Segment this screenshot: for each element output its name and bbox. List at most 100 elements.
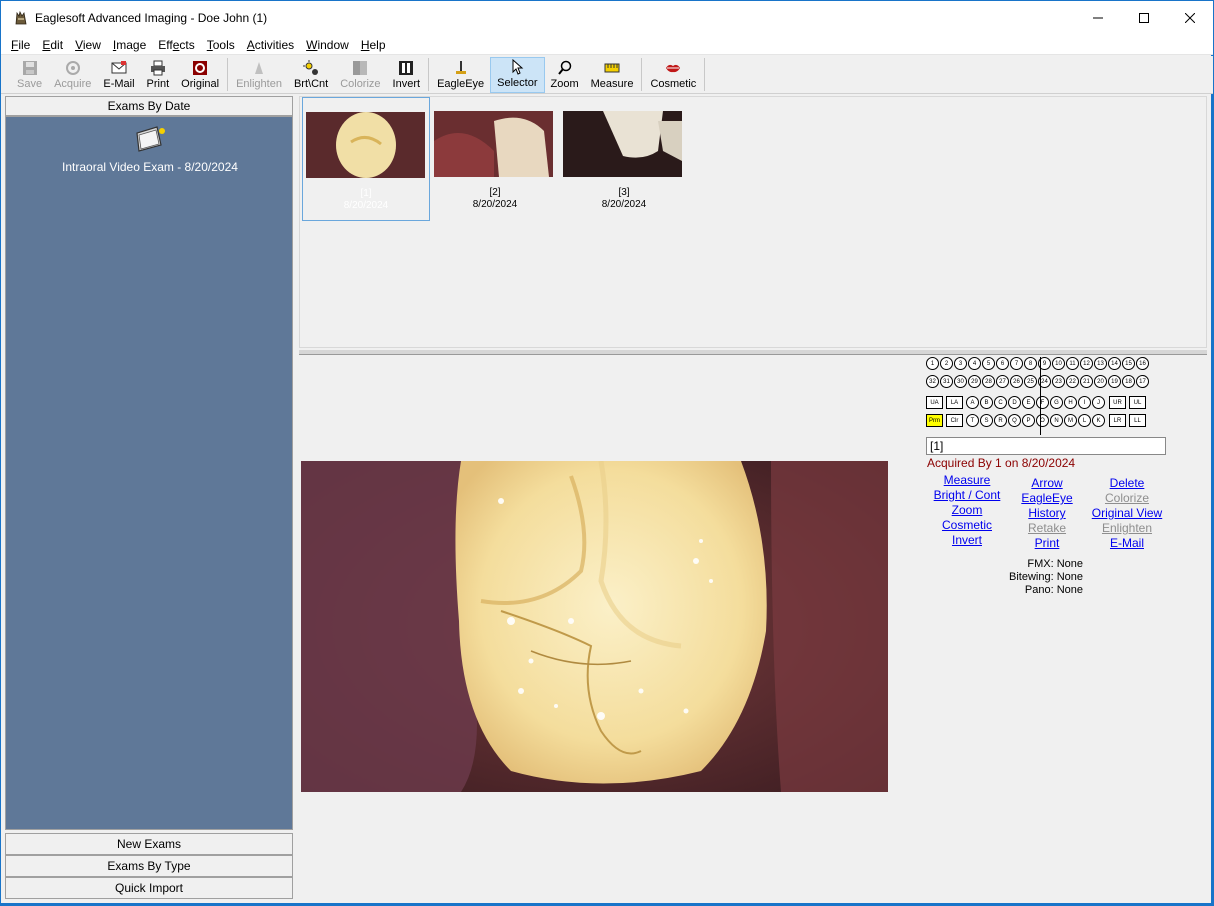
arrow-link[interactable]: Arrow — [1031, 476, 1062, 490]
close-button[interactable] — [1167, 1, 1213, 35]
thumbnail-2[interactable]: [2] 8/20/2024 — [431, 97, 559, 221]
measure-link[interactable]: Measure — [944, 473, 991, 487]
tooth-C[interactable]: C — [994, 396, 1007, 409]
enlighten-button[interactable]: Enlighten — [230, 57, 288, 93]
tooth-11[interactable]: 11 — [1066, 357, 1079, 370]
tooth-3[interactable]: 3 — [954, 357, 967, 370]
tooth-21[interactable]: 21 — [1080, 375, 1093, 388]
tooth-6[interactable]: 6 — [996, 357, 1009, 370]
print-link[interactable]: Print — [1035, 536, 1060, 550]
vertical-splitter[interactable] — [294, 96, 298, 899]
tooth-L[interactable]: L — [1078, 414, 1091, 427]
tooth-T[interactable]: T — [966, 414, 979, 427]
menu-item-edit[interactable]: Edit — [36, 38, 69, 52]
cosmetic-link[interactable]: Cosmetic — [942, 518, 992, 532]
maximize-button[interactable] — [1121, 1, 1167, 35]
menu-item-view[interactable]: View — [69, 38, 107, 52]
measure-button[interactable]: Measure — [585, 57, 640, 93]
tooth-I[interactable]: I — [1078, 396, 1091, 409]
tooth-O[interactable]: O — [1036, 414, 1049, 427]
history-link[interactable]: History — [1028, 506, 1065, 520]
tooth-E[interactable]: E — [1022, 396, 1035, 409]
quadrant-ua[interactable]: UA — [926, 396, 943, 409]
invert-link[interactable]: Invert — [952, 533, 982, 547]
tooth-23[interactable]: 23 — [1052, 375, 1065, 388]
tooth-J[interactable]: J — [1092, 396, 1105, 409]
quadrant-lr[interactable]: LR — [1109, 414, 1126, 427]
tooth-R[interactable]: R — [994, 414, 1007, 427]
tooth-19[interactable]: 19 — [1108, 375, 1121, 388]
tooth-7[interactable]: 7 — [1010, 357, 1023, 370]
quadrant-clr[interactable]: Clr — [946, 414, 963, 427]
eagleeye-link[interactable]: EagleEye — [1021, 491, 1072, 505]
invert-button[interactable]: Invert — [387, 57, 427, 93]
menu-item-window[interactable]: Window — [300, 38, 355, 52]
tooth-8[interactable]: 8 — [1024, 357, 1037, 370]
tooth-5[interactable]: 5 — [982, 357, 995, 370]
menu-item-image[interactable]: Image — [107, 38, 152, 52]
tooth-27[interactable]: 27 — [996, 375, 1009, 388]
tooth-30[interactable]: 30 — [954, 375, 967, 388]
exams-by-date-tab[interactable]: Exams By Date — [5, 96, 293, 116]
zoom-link[interactable]: Zoom — [952, 503, 983, 517]
tooth-17[interactable]: 17 — [1136, 375, 1149, 388]
tooth-H[interactable]: H — [1064, 396, 1077, 409]
e-mail-link[interactable]: E-Mail — [1110, 536, 1144, 550]
tooth-K[interactable]: K — [1092, 414, 1105, 427]
tooth-16[interactable]: 16 — [1136, 357, 1149, 370]
save-button[interactable]: Save — [11, 57, 48, 93]
tooth-28[interactable]: 28 — [982, 375, 995, 388]
thumbnail-1[interactable]: [1] 8/20/2024 — [302, 97, 430, 221]
tooth-10[interactable]: 10 — [1052, 357, 1065, 370]
zoom-button[interactable]: Zoom — [545, 57, 585, 93]
tooth-Q[interactable]: Q — [1008, 414, 1021, 427]
tooth-P[interactable]: P — [1022, 414, 1035, 427]
print-button[interactable]: Print — [141, 57, 176, 93]
exam-item[interactable]: Intraoral Video Exam - 8/20/2024 — [6, 125, 294, 174]
tooth-31[interactable]: 31 — [940, 375, 953, 388]
quadrant-ll[interactable]: LL — [1129, 414, 1146, 427]
original-view-link[interactable]: Original View — [1092, 506, 1162, 520]
eagleeye-button[interactable]: EagleEye — [431, 57, 490, 93]
minimize-button[interactable] — [1075, 1, 1121, 35]
cosmetic-button[interactable]: Cosmetic — [644, 57, 702, 93]
tooth-A[interactable]: A — [966, 396, 979, 409]
tooth-M[interactable]: M — [1064, 414, 1077, 427]
tooth-32[interactable]: 32 — [926, 375, 939, 388]
tooth-29[interactable]: 29 — [968, 375, 981, 388]
tooth-12[interactable]: 12 — [1080, 357, 1093, 370]
brightness-contrast-button[interactable]: Brt\Cnt — [288, 57, 334, 93]
thumbnail-3[interactable]: [3] 8/20/2024 — [560, 97, 688, 221]
quadrant-la[interactable]: LA — [946, 396, 963, 409]
tooth-S[interactable]: S — [980, 414, 993, 427]
quadrant-ul[interactable]: UL — [1129, 396, 1146, 409]
menu-item-effects[interactable]: Effects — [152, 38, 201, 52]
tooth-1[interactable]: 1 — [926, 357, 939, 370]
menu-item-help[interactable]: Help — [355, 38, 392, 52]
tooth-2[interactable]: 2 — [940, 357, 953, 370]
tooth-15[interactable]: 15 — [1122, 357, 1135, 370]
tooth-F[interactable]: F — [1036, 396, 1049, 409]
original-button[interactable]: Original — [175, 57, 225, 93]
tooth-22[interactable]: 22 — [1066, 375, 1079, 388]
tooth-26[interactable]: 26 — [1010, 375, 1023, 388]
bright-cont-link[interactable]: Bright / Cont — [934, 488, 1001, 502]
tooth-25[interactable]: 25 — [1024, 375, 1037, 388]
delete-link[interactable]: Delete — [1110, 476, 1145, 490]
quadrant-prm[interactable]: Prm — [926, 414, 943, 427]
tooth-N[interactable]: N — [1050, 414, 1063, 427]
selector-button[interactable]: Selector — [490, 57, 545, 93]
email-button[interactable]: E-Mail — [97, 57, 140, 93]
menu-item-tools[interactable]: Tools — [201, 38, 241, 52]
tooth-18[interactable]: 18 — [1122, 375, 1135, 388]
menu-item-activities[interactable]: Activities — [241, 38, 300, 52]
image-id-field[interactable]: [1] — [926, 437, 1166, 455]
tooth-B[interactable]: B — [980, 396, 993, 409]
tooth-13[interactable]: 13 — [1094, 357, 1107, 370]
tooth-G[interactable]: G — [1050, 396, 1063, 409]
tooth-14[interactable]: 14 — [1108, 357, 1121, 370]
colorize-button[interactable]: Colorize — [334, 57, 386, 93]
tooth-4[interactable]: 4 — [968, 357, 981, 370]
tooth-20[interactable]: 20 — [1094, 375, 1107, 388]
menu-item-file[interactable]: File — [5, 38, 36, 52]
